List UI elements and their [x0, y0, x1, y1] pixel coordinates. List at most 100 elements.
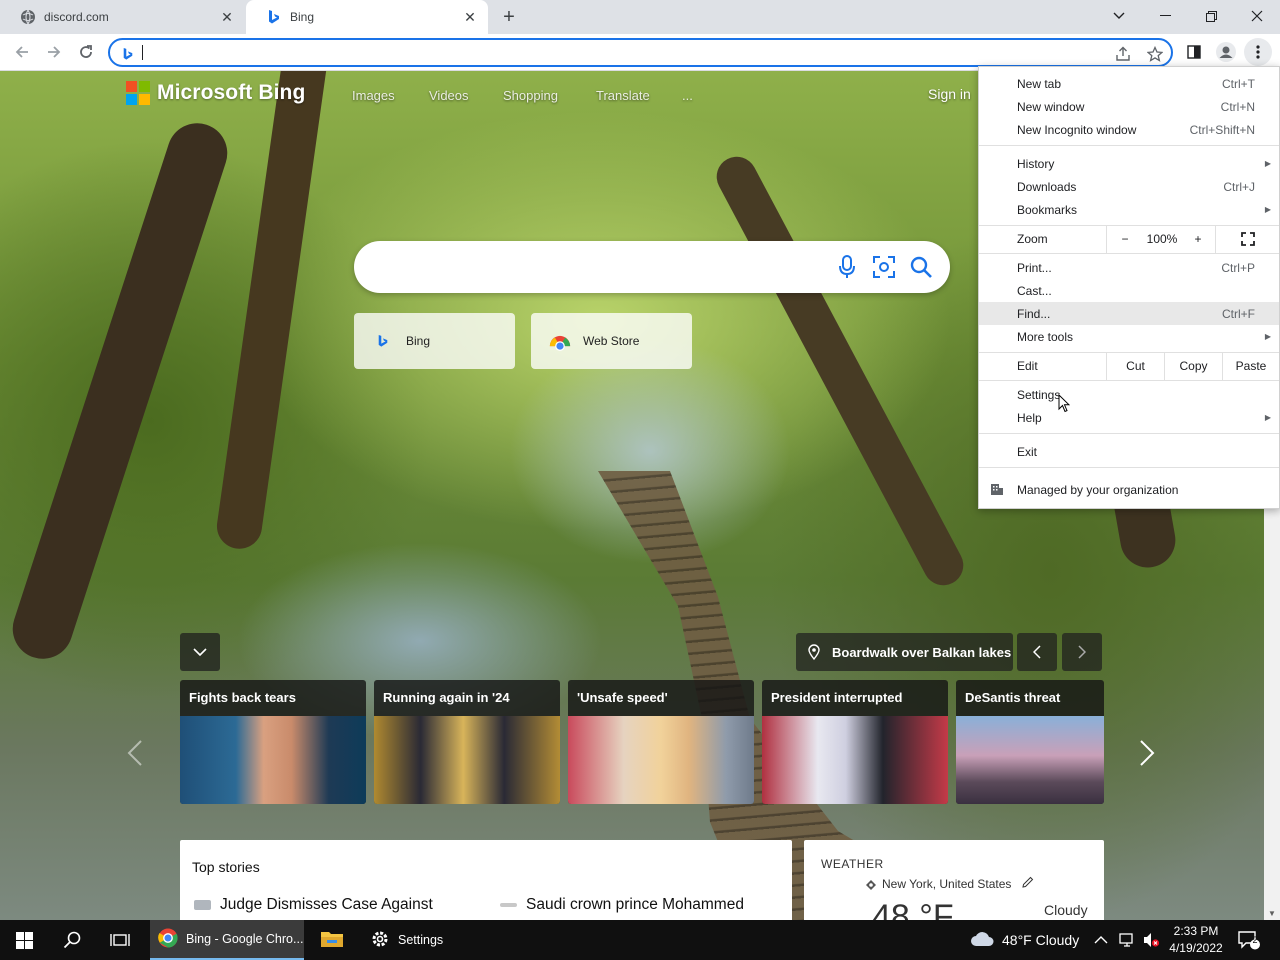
- story-link[interactable]: Judge Dismisses Case Against: [194, 896, 433, 914]
- copy-button[interactable]: Copy: [1164, 352, 1222, 380]
- carousel-previous-icon[interactable]: [120, 733, 150, 773]
- taskbar-weather[interactable]: 48°F Cloudy: [970, 920, 1079, 960]
- menu-item-bookmarks[interactable]: Bookmarks ▶: [979, 198, 1279, 221]
- new-tab-button[interactable]: +: [497, 5, 521, 29]
- bing-logo[interactable]: Microsoft Bing: [126, 81, 305, 105]
- menu-item-downloads[interactable]: Downloads Ctrl+J: [979, 175, 1279, 198]
- menu-item-history[interactable]: History ▶: [979, 152, 1279, 175]
- collapse-feed-button[interactable]: [180, 633, 220, 671]
- search-icon[interactable]: [907, 253, 935, 281]
- carousel-next-icon[interactable]: [1132, 733, 1162, 773]
- menu-item-exit[interactable]: Exit: [979, 440, 1279, 463]
- close-tab-icon[interactable]: ✕: [219, 9, 235, 25]
- restore-button[interactable]: [1188, 0, 1234, 32]
- profile-avatar-icon[interactable]: [1212, 38, 1240, 66]
- visual-search-icon[interactable]: [870, 253, 898, 281]
- menu-item-label: New Incognito window: [1017, 122, 1137, 137]
- next-image-button[interactable]: [1062, 633, 1102, 671]
- quick-link-label: Bing: [406, 334, 431, 348]
- zoom-out-button[interactable]: −: [1106, 225, 1143, 253]
- menu-item-label: Exit: [1017, 444, 1038, 459]
- menu-item-settings[interactable]: Settings: [979, 383, 1279, 406]
- cut-button[interactable]: Cut: [1106, 352, 1164, 380]
- menu-item-find[interactable]: Find... Ctrl+F: [979, 302, 1279, 325]
- tab-discord[interactable]: discord.com ✕: [0, 0, 245, 34]
- back-button[interactable]: [8, 38, 36, 66]
- chrome-web-store-icon: [549, 330, 571, 352]
- windows-taskbar: Bing - Google Chro... Settings 48°F Clou…: [0, 920, 1280, 960]
- network-icon[interactable]: [1118, 920, 1136, 960]
- nav-shopping[interactable]: Shopping: [503, 88, 558, 103]
- taskbar-app-file-explorer[interactable]: [310, 920, 358, 960]
- search-icon[interactable]: [48, 920, 96, 960]
- share-icon[interactable]: [1113, 44, 1133, 64]
- image-location-caption[interactable]: Boardwalk over Balkan lakes: [796, 633, 1013, 671]
- quick-link-web-store[interactable]: Web Store: [531, 313, 692, 369]
- news-card[interactable]: DeSantis threat: [956, 680, 1104, 804]
- taskbar-app-settings[interactable]: Settings: [362, 920, 514, 960]
- chrome-main-menu: New tab Ctrl+T New window Ctrl+N New Inc…: [978, 66, 1280, 509]
- start-button[interactable]: [0, 920, 48, 960]
- weather-panel[interactable]: WEATHER New York, United States 48 °F Cl…: [804, 840, 1104, 920]
- address-input[interactable]: [144, 42, 1084, 63]
- search-input[interactable]: [376, 255, 826, 279]
- address-bar[interactable]: [108, 38, 1173, 67]
- menu-item-cast[interactable]: Cast...: [979, 279, 1279, 302]
- notification-center-icon[interactable]: 2: [1238, 920, 1260, 960]
- menu-item-new-tab[interactable]: New tab Ctrl+T: [979, 72, 1279, 95]
- bookmark-star-icon[interactable]: [1145, 44, 1165, 64]
- news-card-image: [180, 716, 366, 804]
- menu-item-label: Zoom: [1017, 232, 1048, 246]
- zoom-level: 100%: [1146, 232, 1178, 246]
- news-card[interactable]: President interrupted: [762, 680, 948, 804]
- edit-location-icon[interactable]: [1022, 876, 1034, 891]
- nav-translate[interactable]: Translate: [596, 88, 650, 103]
- news-card[interactable]: Fights back tears: [180, 680, 366, 804]
- news-source-icon: [500, 903, 517, 907]
- menu-item-new-incognito[interactable]: New Incognito window Ctrl+Shift+N: [979, 118, 1279, 141]
- chrome-menu-button[interactable]: [1244, 38, 1272, 66]
- paste-button[interactable]: Paste: [1222, 352, 1279, 380]
- story-link[interactable]: Saudi crown prince Mohammed: [500, 896, 744, 914]
- fullscreen-icon[interactable]: [1215, 225, 1279, 253]
- close-tab-icon[interactable]: ✕: [462, 9, 478, 25]
- logo-text: Microsoft Bing: [157, 81, 306, 104]
- news-card[interactable]: Running again in '24: [374, 680, 560, 804]
- tab-search-icon[interactable]: [1096, 0, 1142, 32]
- sign-in-link[interactable]: Sign in: [928, 86, 971, 102]
- volume-muted-icon[interactable]: [1142, 920, 1160, 960]
- microphone-icon[interactable]: [833, 253, 861, 281]
- nav-more[interactable]: ...: [682, 88, 693, 103]
- menu-item-more-tools[interactable]: More tools ▶: [979, 325, 1279, 348]
- task-view-icon[interactable]: [96, 920, 144, 960]
- clock-time: 2:33 PM: [1173, 924, 1219, 938]
- side-panel-icon[interactable]: [1180, 38, 1208, 66]
- taskbar-app-chrome[interactable]: Bing - Google Chro...: [150, 920, 304, 960]
- taskbar-clock[interactable]: 2:33 PM 4/19/2022: [1166, 923, 1226, 957]
- tab-strip: discord.com ✕ Bing ✕ +: [0, 0, 1280, 34]
- show-hidden-icons-icon[interactable]: [1094, 920, 1108, 960]
- menu-item-print[interactable]: Print... Ctrl+P: [979, 256, 1279, 279]
- quick-link-bing[interactable]: Bing: [354, 313, 515, 369]
- nav-images[interactable]: Images: [352, 88, 395, 103]
- news-card[interactable]: 'Unsafe speed': [568, 680, 754, 804]
- zoom-in-button[interactable]: +: [1181, 225, 1215, 253]
- minimize-button[interactable]: [1142, 0, 1188, 32]
- menu-separator: [979, 433, 1279, 434]
- previous-image-button[interactable]: [1017, 633, 1057, 671]
- reload-button[interactable]: [72, 38, 100, 66]
- chrome-icon: [158, 928, 178, 951]
- menu-item-new-window[interactable]: New window Ctrl+N: [979, 95, 1279, 118]
- nav-videos[interactable]: Videos: [429, 88, 469, 103]
- menu-item-managed[interactable]: Managed by your organization: [979, 478, 1279, 501]
- menu-shortcut: Ctrl+F: [1222, 306, 1255, 321]
- close-window-button[interactable]: [1234, 0, 1280, 32]
- menu-shortcut: Ctrl+N: [1220, 99, 1255, 114]
- tab-bing[interactable]: Bing ✕: [246, 0, 488, 34]
- notification-count: 2: [1252, 935, 1258, 945]
- scroll-down-icon[interactable]: ▼: [1268, 909, 1276, 918]
- forward-button[interactable]: [40, 38, 68, 66]
- menu-separator: [979, 253, 1279, 254]
- menu-item-help[interactable]: Help ▶: [979, 406, 1279, 429]
- bing-search-box[interactable]: [354, 241, 950, 293]
